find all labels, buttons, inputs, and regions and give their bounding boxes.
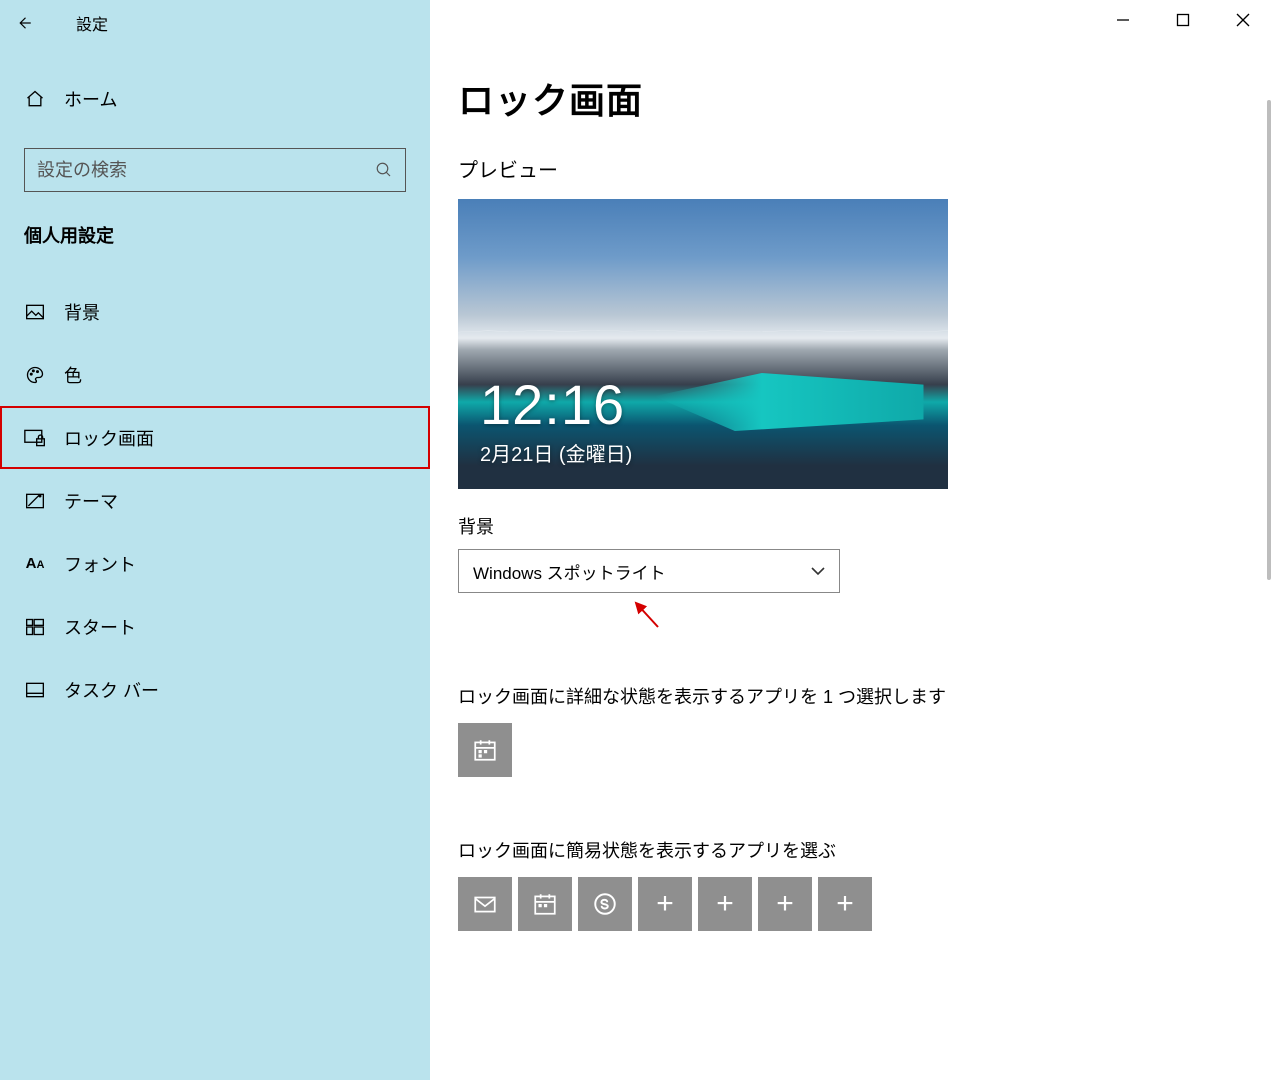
lockscreen-icon xyxy=(24,428,46,448)
image-icon xyxy=(24,302,46,322)
search-input[interactable] xyxy=(24,148,406,192)
preview-time: 12:16 xyxy=(480,372,625,437)
mail-icon xyxy=(472,891,498,917)
background-label: 背景 xyxy=(458,513,1245,539)
sidebar-item-label: テーマ xyxy=(64,488,118,514)
quick-app-tile-skype[interactable] xyxy=(578,877,632,931)
quick-app-tile-calendar[interactable] xyxy=(518,877,572,931)
sidebar-item-start[interactable]: スタート xyxy=(0,595,430,658)
calendar-icon xyxy=(472,737,498,763)
plus-icon: + xyxy=(716,887,734,921)
minimize-icon xyxy=(1116,13,1130,27)
page-title: ロック画面 xyxy=(458,72,1245,124)
home-icon xyxy=(24,89,46,109)
preview-date: 2月21日 (金曜日) xyxy=(480,438,632,467)
plus-icon: + xyxy=(776,887,794,921)
sidebar: ホーム 個人用設定 背景 色 ロック画面 テーマ AA フォント xyxy=(0,46,430,1080)
font-icon: AA xyxy=(24,555,46,572)
quick-app-tile-add[interactable]: + xyxy=(638,877,692,931)
detailed-status-apps xyxy=(458,723,1245,777)
background-dropdown-value: Windows スポットライト xyxy=(473,559,666,584)
sidebar-item-lockscreen[interactable]: ロック画面 xyxy=(0,406,430,469)
annotation-arrow xyxy=(458,603,840,633)
sidebar-item-label: スタート xyxy=(64,614,136,640)
search-field[interactable] xyxy=(37,160,375,181)
sidebar-home[interactable]: ホーム xyxy=(0,74,430,124)
palette-icon xyxy=(24,365,46,385)
window-title: 設定 xyxy=(76,11,108,35)
sidebar-item-label: フォント xyxy=(64,551,136,577)
sidebar-item-label: 背景 xyxy=(64,299,100,325)
sidebar-item-taskbar[interactable]: タスク バー xyxy=(0,658,430,721)
sidebar-item-label: タスク バー xyxy=(64,677,159,703)
sidebar-item-background[interactable]: 背景 xyxy=(0,280,430,343)
plus-icon: + xyxy=(836,887,854,921)
start-icon xyxy=(24,617,46,637)
calendar-icon xyxy=(532,891,558,917)
plus-icon: + xyxy=(656,887,674,921)
titlebar: 設定 xyxy=(0,0,1273,46)
sidebar-section-title: 個人用設定 xyxy=(0,222,430,248)
arrow-left-icon xyxy=(15,14,33,32)
maximize-icon xyxy=(1176,13,1190,27)
maximize-button[interactable] xyxy=(1153,0,1213,40)
titlebar-right xyxy=(430,0,1273,46)
sidebar-item-colors[interactable]: 色 xyxy=(0,343,430,406)
lockscreen-preview[interactable]: 12:16 2月21日 (金曜日) xyxy=(458,199,948,489)
close-icon xyxy=(1236,13,1250,27)
taskbar-icon xyxy=(24,680,46,700)
chevron-down-icon xyxy=(811,563,825,579)
titlebar-left: 設定 xyxy=(0,0,430,46)
search-icon xyxy=(375,161,393,179)
scrollbar[interactable] xyxy=(1267,100,1271,580)
detailed-app-tile[interactable] xyxy=(458,723,512,777)
preview-heading: プレビュー xyxy=(458,154,1245,183)
skype-icon xyxy=(592,891,618,917)
back-button[interactable] xyxy=(0,0,48,46)
quick-app-tile-mail[interactable] xyxy=(458,877,512,931)
quick-status-label: ロック画面に簡易状態を表示するアプリを選ぶ xyxy=(458,837,1245,863)
sidebar-item-label: ロック画面 xyxy=(64,425,154,451)
content-area: ロック画面 プレビュー 12:16 2月21日 (金曜日) 背景 Windows… xyxy=(430,46,1273,1080)
close-button[interactable] xyxy=(1213,0,1273,40)
mountain-ridge-decoration xyxy=(458,330,948,333)
sidebar-item-label: 色 xyxy=(64,362,82,388)
home-label: ホーム xyxy=(64,86,117,112)
sidebar-item-themes[interactable]: テーマ xyxy=(0,469,430,532)
detailed-status-label: ロック画面に詳細な状態を表示するアプリを 1 つ選択します xyxy=(458,683,1245,709)
quick-status-apps: + + + + xyxy=(458,877,1245,931)
minimize-button[interactable] xyxy=(1093,0,1153,40)
quick-app-tile-add[interactable]: + xyxy=(758,877,812,931)
background-dropdown[interactable]: Windows スポットライト xyxy=(458,549,840,593)
sidebar-item-fonts[interactable]: AA フォント xyxy=(0,532,430,595)
quick-app-tile-add[interactable]: + xyxy=(818,877,872,931)
quick-app-tile-add[interactable]: + xyxy=(698,877,752,931)
river-decoration xyxy=(654,373,924,431)
theme-icon xyxy=(24,491,46,511)
